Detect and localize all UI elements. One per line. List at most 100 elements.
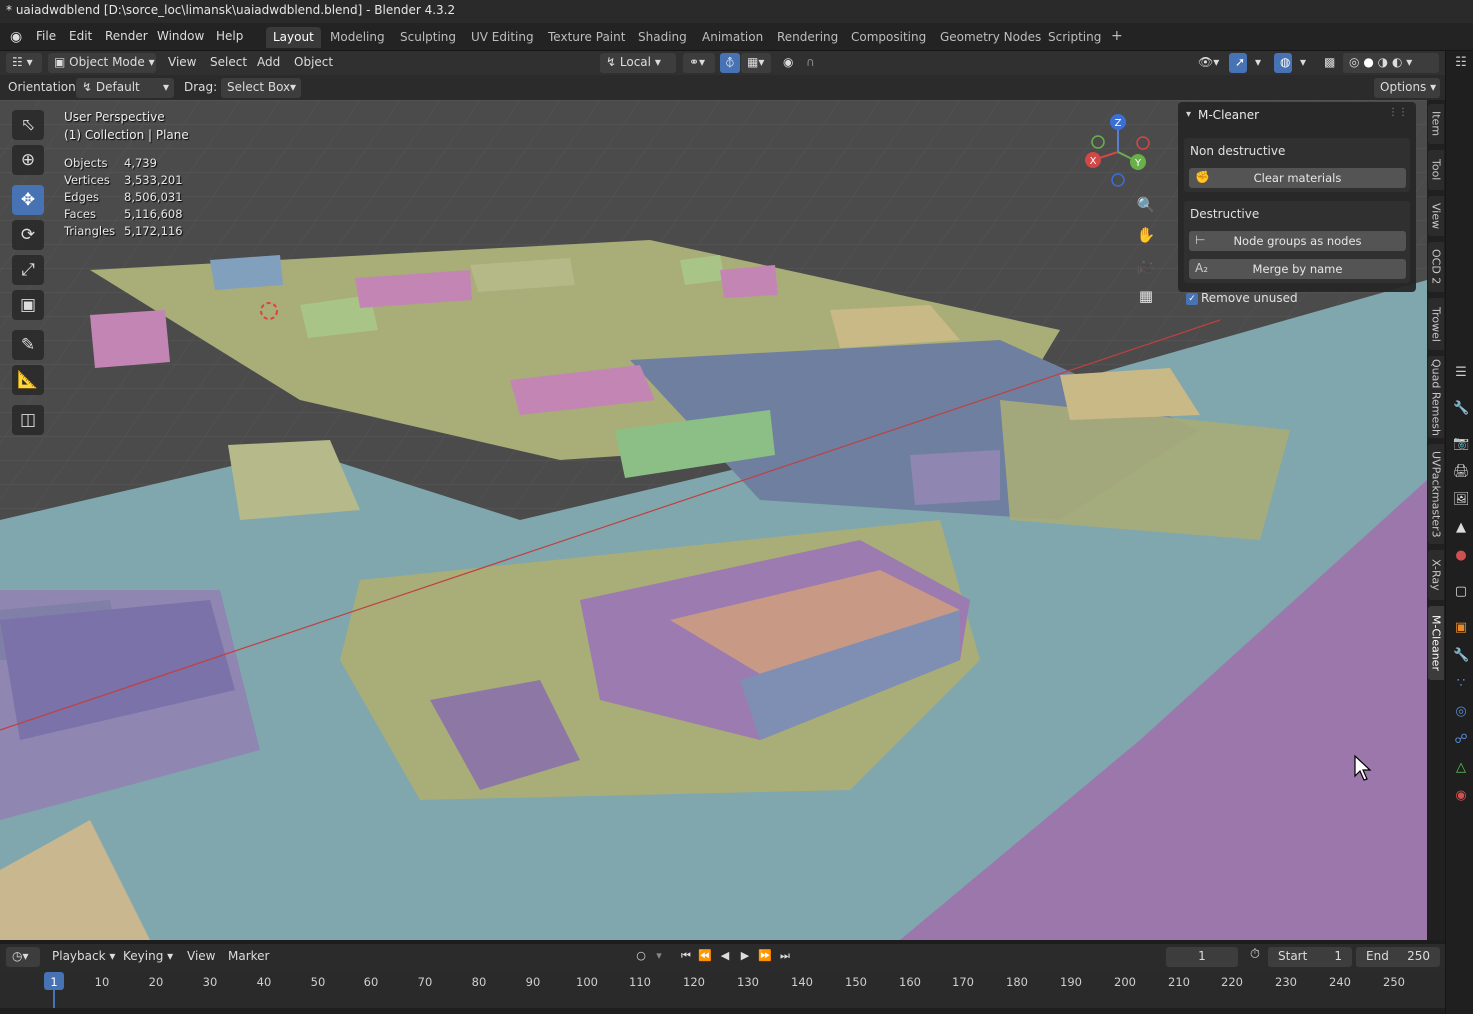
- rotate-tool-icon[interactable]: ⟳: [12, 220, 44, 250]
- render-properties-icon[interactable]: 📷: [1453, 436, 1469, 452]
- current-frame-field[interactable]: 1: [1166, 947, 1238, 967]
- proportional-falloff-icon[interactable]: ∩: [800, 53, 826, 73]
- keying-dropdown-icon[interactable]: ▾: [650, 949, 668, 966]
- sidebar-tab-view[interactable]: View: [1428, 196, 1444, 236]
- overlays-toggle-icon[interactable]: ◍: [1274, 53, 1292, 73]
- tab-geometry-nodes[interactable]: Geometry Nodes: [933, 27, 1048, 48]
- sidebar-tab-item[interactable]: Item: [1428, 104, 1444, 144]
- menu-file[interactable]: File: [36, 29, 56, 43]
- gizmo-neg-x-axis[interactable]: [1136, 136, 1150, 150]
- tab-uv-editing[interactable]: UV Editing: [464, 27, 541, 48]
- tab-texture-paint[interactable]: Texture Paint: [541, 27, 632, 48]
- tab-modeling[interactable]: Modeling: [323, 27, 392, 48]
- physics-properties-icon[interactable]: ◎: [1453, 704, 1469, 720]
- move-tool-icon[interactable]: ✥: [12, 185, 44, 215]
- header-menu-add[interactable]: Add: [251, 53, 286, 73]
- tab-animation[interactable]: Animation: [695, 27, 770, 48]
- transform-orientation-selector[interactable]: ↯ Local ▾: [600, 53, 676, 73]
- object-properties-icon[interactable]: ▣: [1453, 620, 1469, 636]
- transform-tool-icon[interactable]: ▣: [12, 290, 44, 320]
- annotate-tool-icon[interactable]: ✎: [12, 330, 44, 360]
- sidebar-tab-m-cleaner[interactable]: M-Cleaner: [1428, 606, 1444, 680]
- timeline-menu-view[interactable]: View: [181, 947, 221, 967]
- menu-render[interactable]: Render: [105, 29, 148, 43]
- timeline-scrollbar[interactable]: [0, 1008, 1445, 1014]
- jump-end-icon[interactable]: ⏭: [776, 949, 794, 966]
- header-menu-object[interactable]: Object: [288, 53, 339, 73]
- timeline-menu-playback[interactable]: Playback ▾: [46, 947, 121, 967]
- gizmo-neg-z-axis[interactable]: [1111, 173, 1125, 187]
- shading-dropdown-icon[interactable]: ▾: [1406, 55, 1412, 69]
- play-icon[interactable]: ▶: [736, 949, 754, 966]
- panel-collapse-chevron-icon[interactable]: ▾: [1186, 109, 1191, 120]
- gizmo-toggle-icon[interactable]: ➚: [1229, 53, 1247, 73]
- gizmo-neg-y-axis[interactable]: [1091, 135, 1105, 149]
- sidebar-tab-tool[interactable]: Tool: [1428, 150, 1444, 190]
- tab-scripting[interactable]: Scripting: [1041, 27, 1108, 48]
- material-shading-icon[interactable]: ◑: [1378, 55, 1388, 69]
- visibility-eye-icon[interactable]: 👁▾: [1192, 53, 1222, 73]
- collection-properties-icon[interactable]: ▢: [1453, 584, 1469, 600]
- auto-keying-icon[interactable]: ○: [632, 949, 650, 966]
- world-properties-icon[interactable]: ●: [1453, 548, 1469, 564]
- proportional-edit-icon[interactable]: ◉: [777, 53, 797, 73]
- navigation-gizmo[interactable]: Z X Y: [1083, 112, 1153, 192]
- scale-tool-icon[interactable]: ⤢: [12, 255, 44, 285]
- menu-window[interactable]: Window: [157, 29, 204, 43]
- tab-layout[interactable]: Layout: [266, 27, 321, 48]
- timeline-editor-type-icon[interactable]: ◷▾: [6, 947, 40, 967]
- sidebar-tab-ocd2[interactable]: OCD 2: [1428, 242, 1444, 292]
- output-properties-icon[interactable]: 🖨: [1453, 464, 1470, 480]
- timeline-menu-marker[interactable]: Marker: [222, 947, 275, 967]
- header-menu-select[interactable]: Select: [204, 53, 253, 73]
- end-frame-field[interactable]: End 250: [1356, 947, 1440, 967]
- panel-title[interactable]: M-Cleaner: [1198, 108, 1259, 122]
- perspective-toggle-icon[interactable]: ▦: [1133, 283, 1159, 309]
- modifier-properties-icon[interactable]: 🔧: [1453, 648, 1469, 664]
- properties-editor-icon[interactable]: ☷: [1453, 55, 1469, 71]
- options-dropdown[interactable]: Options ▾: [1374, 78, 1440, 98]
- mode-selector[interactable]: ▣ Object Mode ▾: [48, 53, 156, 73]
- snap-toggle-icon[interactable]: ⦽: [720, 53, 740, 73]
- panel-drag-handle-icon[interactable]: ⋮⋮: [1388, 107, 1408, 118]
- wireframe-shading-icon[interactable]: ◎: [1349, 55, 1359, 69]
- measure-tool-icon[interactable]: 📐: [12, 365, 44, 395]
- start-frame-field[interactable]: Start 1: [1268, 947, 1352, 967]
- tab-rendering[interactable]: Rendering: [770, 27, 845, 48]
- timeline-menu-keying[interactable]: Keying ▾: [117, 947, 179, 967]
- tab-sculpting[interactable]: Sculpting: [393, 27, 463, 48]
- view-layer-properties-icon[interactable]: 🖼: [1453, 492, 1470, 508]
- header-menu-view[interactable]: View: [162, 53, 202, 73]
- solid-shading-icon[interactable]: ●: [1363, 55, 1373, 69]
- material-properties-icon[interactable]: ◉: [1453, 788, 1469, 804]
- cursor-tool-icon[interactable]: ⊕: [12, 145, 44, 175]
- overlays-dropdown-icon[interactable]: ▾: [1294, 53, 1310, 73]
- sidebar-tab-xray[interactable]: X-Ray: [1428, 550, 1444, 600]
- drag-selector[interactable]: Select Box ▾: [221, 78, 301, 98]
- rendered-shading-icon[interactable]: ◐: [1392, 55, 1402, 69]
- constraints-properties-icon[interactable]: ☍: [1453, 732, 1469, 748]
- pan-hand-icon[interactable]: ✋: [1133, 222, 1159, 248]
- timeline-area[interactable]: 1 10 20 30 40 50 60 70 80 90 100 110 120…: [0, 970, 1445, 1014]
- zoom-icon[interactable]: 🔍: [1133, 192, 1159, 218]
- clear-materials-button[interactable]: ✊ Clear materials: [1189, 168, 1406, 188]
- preview-range-icon[interactable]: ⏱: [1246, 947, 1264, 964]
- sidebar-tab-uvpackmaster3[interactable]: UVPackmaster3: [1428, 444, 1444, 544]
- blender-logo-icon[interactable]: ◉: [10, 29, 22, 45]
- pivot-point-selector[interactable]: ⚭▾: [683, 53, 715, 73]
- scene-properties-icon[interactable]: ▲: [1453, 520, 1469, 536]
- editor-type-icon[interactable]: ☷ ▾: [6, 53, 42, 73]
- remove-unused-checkbox[interactable]: ✓: [1186, 293, 1198, 305]
- menu-edit[interactable]: Edit: [69, 29, 92, 43]
- jump-prev-keyframe-icon[interactable]: ⏪: [696, 949, 714, 966]
- sidebar-tab-quad-remesh[interactable]: Quad Remesh: [1428, 356, 1444, 438]
- camera-view-icon[interactable]: 🎥: [1133, 253, 1159, 279]
- tool-properties-icon[interactable]: 🔧: [1453, 401, 1469, 417]
- xray-toggle-icon[interactable]: ▩: [1318, 53, 1338, 73]
- add-workspace-button[interactable]: +: [1104, 25, 1130, 46]
- gizmo-dropdown-icon[interactable]: ▾: [1249, 53, 1265, 73]
- jump-next-keyframe-icon[interactable]: ⏩: [756, 949, 774, 966]
- sidebar-tab-trowel[interactable]: Trowel: [1428, 298, 1444, 350]
- add-cube-tool-icon[interactable]: ◫: [12, 405, 44, 435]
- tab-compositing[interactable]: Compositing: [844, 27, 933, 48]
